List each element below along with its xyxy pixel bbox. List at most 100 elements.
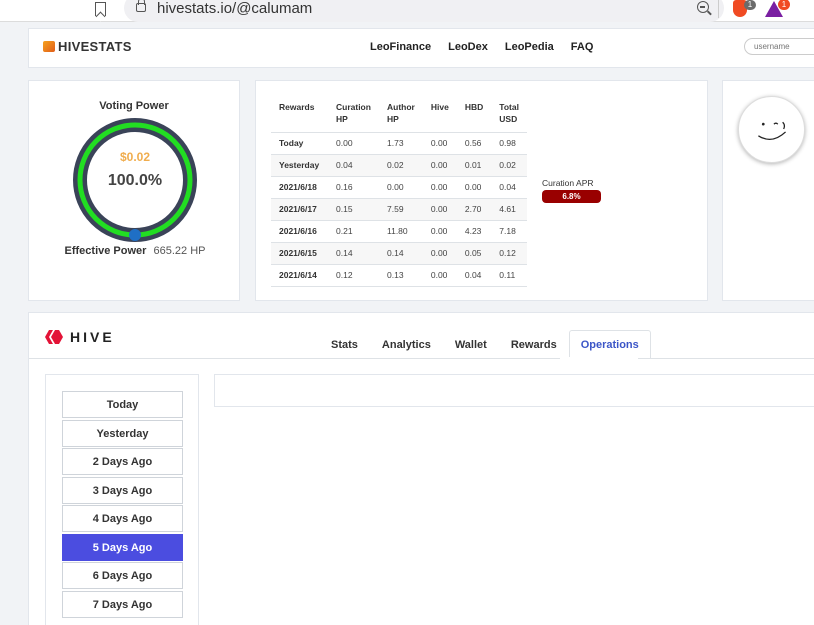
col-total-usd: Total USD	[491, 97, 528, 133]
rewards-card: Rewards Curation HP Author HP Hive HBD T…	[255, 80, 708, 301]
day-button-yesterday[interactable]: Yesterday	[62, 420, 183, 447]
curation-apr-badge: 6.8%	[542, 190, 601, 203]
col-hive: Hive	[422, 97, 457, 133]
voting-power-card: Voting Power $0.02 100.0% Effective Powe…	[28, 80, 240, 301]
table-row: 2021/6/14 0.12 0.13 0.00 0.04 0.11	[271, 264, 528, 287]
cell-total-usd: 7.18	[491, 220, 528, 243]
cell-hive: 0.00	[422, 242, 457, 265]
cell-curation-hp: 0.16	[328, 176, 379, 199]
cell-hbd: 2.70	[456, 198, 492, 221]
avatar-eye-left	[761, 122, 765, 126]
col-hbd: HBD	[456, 97, 492, 133]
cell-author-hp: 0.00	[379, 176, 423, 199]
brand-name: HIVESTATS	[58, 39, 132, 54]
brave-shields-badge: 1	[744, 0, 756, 10]
nav-leopedia[interactable]: LeoPedia	[505, 41, 554, 53]
hive-section: HIVE Stats Analytics Wallet Rewards Oper…	[28, 312, 814, 625]
cell-author-hp: 7.59	[379, 198, 423, 221]
tabs-divider	[29, 358, 814, 359]
voting-power-title: Voting Power	[99, 100, 169, 112]
cell-date: Today	[271, 132, 328, 155]
day-button-3-days-ago[interactable]: 3 Days Ago	[62, 477, 183, 504]
rewards-header-row: Rewards Curation HP Author HP Hive HBD T…	[271, 97, 528, 133]
cell-curation-hp: 0.00	[328, 132, 379, 155]
bookmark-icon[interactable]	[95, 2, 106, 16]
nav-faq[interactable]: FAQ	[571, 41, 594, 53]
effective-power: Effective Power 665.22 HP	[29, 245, 241, 257]
cell-total-usd: 0.11	[491, 264, 528, 287]
brand-logo[interactable]: HIVESTATS	[43, 39, 132, 54]
tab-stats[interactable]: Stats	[319, 330, 370, 358]
browser-toolbar: hivestats.io/@calumam 1 1	[0, 0, 814, 22]
table-row: Yesterday 0.04 0.02 0.00 0.01 0.02	[271, 154, 528, 177]
avatar[interactable]	[738, 96, 805, 163]
rewards-body: Today 0.00 1.73 0.00 0.56 0.98 Yesterday 0.04 0.…	[271, 132, 528, 287]
hive-logo-text: HIVE	[70, 329, 115, 345]
cell-hive: 0.00	[422, 198, 457, 221]
cell-author-hp: 0.14	[379, 242, 423, 265]
day-button-5-days-ago[interactable]: 5 Days Ago	[62, 534, 183, 561]
gauge-knob	[129, 229, 141, 241]
cell-curation-hp: 0.15	[328, 198, 379, 221]
cell-date: 2021/6/16	[271, 220, 328, 243]
day-button-6-days-ago[interactable]: 6 Days Ago	[62, 562, 183, 589]
tab-wallet[interactable]: Wallet	[443, 330, 499, 358]
day-button-7-days-ago[interactable]: 7 Days Ago	[62, 591, 183, 618]
hivestats-logo-icon	[43, 41, 55, 52]
cell-curation-hp: 0.04	[328, 154, 379, 177]
cell-date: 2021/6/17	[271, 198, 328, 221]
cell-hive: 0.00	[422, 220, 457, 243]
hive-logo-icon	[45, 330, 63, 344]
address-bar[interactable]: hivestats.io/@calumam	[124, 0, 724, 22]
username-input[interactable]	[744, 38, 814, 55]
day-selector-panel: Today Yesterday 2 Days Ago 3 Days Ago 4 …	[45, 374, 199, 625]
table-row: 2021/6/15 0.14 0.14 0.00 0.05 0.12	[271, 242, 528, 265]
cell-total-usd: 4.61	[491, 198, 528, 221]
nav-leodex[interactable]: LeoDex	[448, 41, 488, 53]
cell-hive: 0.00	[422, 264, 457, 287]
cell-hbd: 0.56	[456, 132, 492, 155]
cell-author-hp: 1.73	[379, 132, 423, 155]
cell-curation-hp: 0.21	[328, 220, 379, 243]
operations-panel	[214, 374, 814, 407]
tab-analytics[interactable]: Analytics	[370, 330, 443, 358]
cell-hbd: 0.05	[456, 242, 492, 265]
avatar-cheek	[782, 121, 786, 130]
zoom-icon[interactable]	[697, 1, 709, 13]
brave-rewards-badge: 1	[778, 0, 790, 10]
col-author-hp: Author HP	[379, 97, 423, 133]
cell-author-hp: 0.13	[379, 264, 423, 287]
lock-icon[interactable]	[136, 0, 146, 12]
url-text[interactable]: hivestats.io/@calumam	[157, 0, 312, 17]
effective-power-label: Effective Power	[64, 245, 147, 257]
col-rewards: Rewards	[271, 97, 328, 133]
cell-hbd: 0.04	[456, 264, 492, 287]
cell-hive: 0.00	[422, 132, 457, 155]
cell-total-usd: 0.98	[491, 132, 528, 155]
cell-date: 2021/6/18	[271, 176, 328, 199]
effective-power-value: 665.22 HP	[153, 245, 206, 257]
cell-date: 2021/6/15	[271, 242, 328, 265]
col-curation-hp: Curation HP	[328, 97, 379, 133]
nav-leofinance[interactable]: LeoFinance	[370, 41, 431, 53]
cell-date: Yesterday	[271, 154, 328, 177]
day-button-4-days-ago[interactable]: 4 Days Ago	[62, 505, 183, 532]
voting-power-percent: 100.0%	[107, 172, 163, 189]
toolbar-divider	[718, 0, 719, 18]
cell-hive: 0.00	[422, 154, 457, 177]
table-row: 2021/6/18 0.16 0.00 0.00 0.00 0.04	[271, 176, 528, 199]
day-button-2-days-ago[interactable]: 2 Days Ago	[62, 448, 183, 475]
main-nav: LeoFinance LeoDex LeoPedia FAQ	[370, 41, 593, 53]
site-header: HIVESTATS LeoFinance LeoDex LeoPedia FAQ	[28, 28, 814, 68]
curation-apr: Curation APR 6.8%	[542, 178, 601, 203]
cell-total-usd: 0.12	[491, 242, 528, 265]
tab-operations[interactable]: Operations	[568, 330, 651, 358]
cell-curation-hp: 0.14	[328, 242, 379, 265]
table-row: Today 0.00 1.73 0.00 0.56 0.98	[271, 132, 528, 155]
cell-curation-hp: 0.12	[328, 264, 379, 287]
cell-hbd: 0.00	[456, 176, 492, 199]
tab-rewards[interactable]: Rewards	[499, 330, 569, 358]
vote-value: $0.02	[119, 150, 151, 164]
day-button-today[interactable]: Today	[62, 391, 183, 418]
cell-date: 2021/6/14	[271, 264, 328, 287]
